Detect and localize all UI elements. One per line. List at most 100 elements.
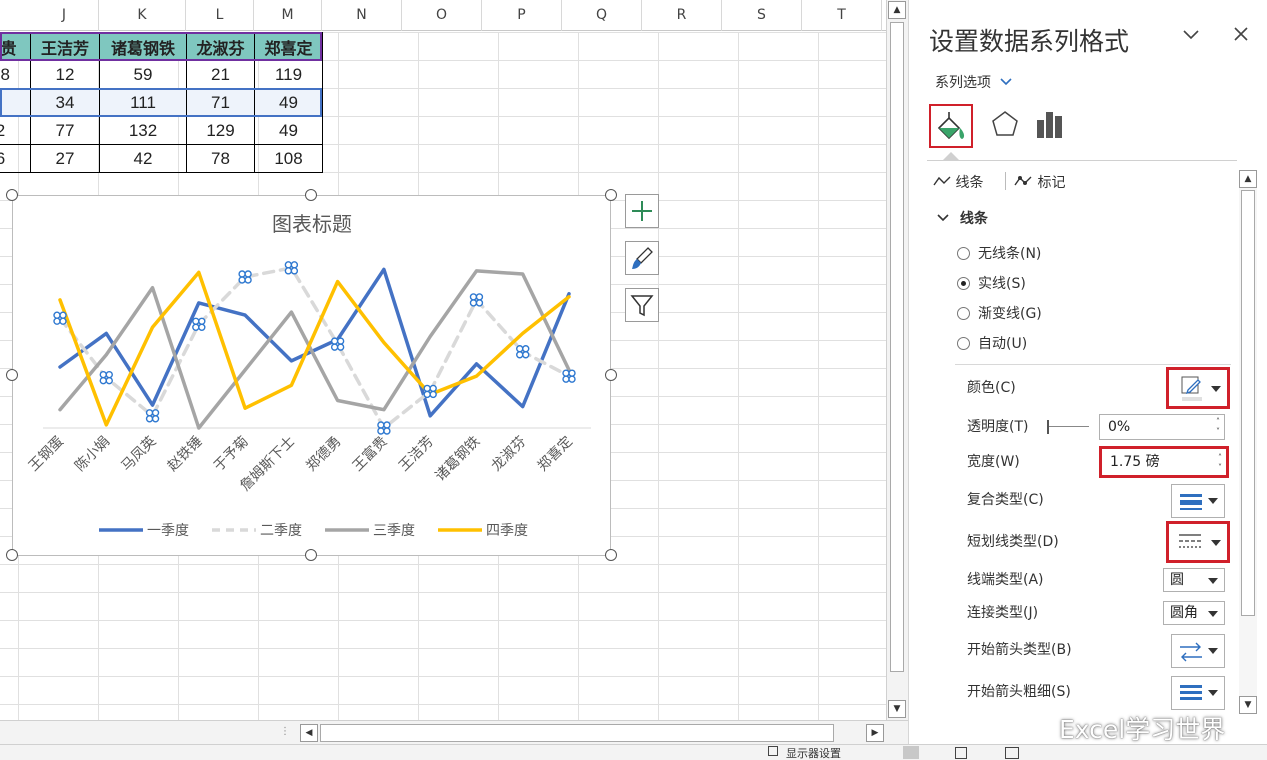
table-cell[interactable]: 71	[186, 88, 255, 117]
scroll-up-icon[interactable]: ▲	[888, 1, 906, 19]
chart-resize-handle[interactable]	[605, 549, 617, 561]
display-settings-label[interactable]: 显示器设置	[786, 745, 841, 760]
column-header-p[interactable]: P	[482, 0, 562, 31]
subtab-marker[interactable]: 标记	[1013, 172, 1065, 192]
radio-solid-line[interactable]: 实线(S)	[957, 274, 1026, 294]
table-cell[interactable]: 111	[99, 88, 187, 117]
column-header-t[interactable]: T	[802, 0, 882, 31]
begin-arrow-size-dropdown[interactable]	[1171, 676, 1225, 710]
table-header-cell[interactable]: 富贵	[0, 32, 31, 61]
worksheet-area[interactable]: J K L M N O P Q R S T 富贵 王洁芳 诸葛钢铁 龙淑芬 郑喜…	[0, 0, 908, 720]
begin-arrow-type-dropdown[interactable]	[1171, 634, 1225, 668]
table-cell[interactable]: 6	[0, 144, 31, 173]
table-cell[interactable]: 132	[99, 116, 187, 145]
series-options-dropdown[interactable]: 系列选项	[935, 72, 1013, 92]
scroll-right-icon[interactable]: ▶	[866, 724, 884, 742]
chart-styles-button[interactable]	[625, 241, 659, 275]
chart-resize-handle[interactable]	[6, 189, 18, 201]
transparency-slider-handle[interactable]	[1047, 420, 1049, 434]
table-cell[interactable]: 129	[186, 116, 255, 145]
pane-options-chevron-icon[interactable]	[1181, 24, 1201, 49]
table-cell[interactable]: 27	[30, 144, 100, 173]
scroll-up-icon[interactable]: ▲	[1239, 170, 1257, 188]
line-chart[interactable]: 图表标题 王钢蛋 陈小娟 马凤英 赵铁锤 于予菊 詹姆斯下士 郑德勇 王富贵 王洁芳 诸葛钢铁 龙淑芬…	[12, 195, 611, 556]
table-cell[interactable]: 49	[254, 116, 323, 145]
cap-type-dropdown[interactable]: 圆	[1163, 568, 1225, 592]
chart-resize-handle[interactable]	[305, 549, 317, 561]
dash-type-dropdown[interactable]	[1166, 521, 1230, 563]
column-header-l[interactable]: L	[186, 0, 254, 31]
column-header-q[interactable]: Q	[562, 0, 642, 31]
pane-scrollbar[interactable]: ▲ ▼	[1239, 170, 1257, 714]
chart-filters-button[interactable]	[625, 288, 659, 322]
display-settings-icon[interactable]	[768, 746, 778, 756]
spinner-icon[interactable]: ˄ ˅	[1218, 453, 1222, 473]
radio-circle[interactable]	[957, 247, 970, 260]
table-cell[interactable]: 34	[30, 88, 100, 117]
table-cell[interactable]: 77	[30, 116, 100, 145]
chart-elements-button[interactable]	[625, 194, 659, 228]
data-table[interactable]: 富贵 王洁芳 诸葛钢铁 龙淑芬 郑喜定 38 12 59 21 119 34 1…	[0, 32, 323, 173]
radio-no-line[interactable]: 无线条(N)	[957, 244, 1041, 264]
chart-resize-handle[interactable]	[605, 369, 617, 381]
table-cell[interactable]: 49	[254, 88, 323, 117]
x-tick-label: 龙淑芬	[489, 434, 530, 475]
column-header-o[interactable]: O	[402, 0, 482, 31]
join-type-dropdown[interactable]: 圆角	[1163, 601, 1225, 625]
column-header-n[interactable]: N	[322, 0, 402, 31]
column-header-s[interactable]: S	[722, 0, 802, 31]
page-break-icon[interactable]	[1005, 747, 1019, 759]
radio-circle-checked[interactable]	[957, 277, 970, 290]
horizontal-scroll-thumb[interactable]	[320, 724, 834, 742]
chart-resize-handle[interactable]	[305, 189, 317, 201]
chart-resize-handle[interactable]	[6, 369, 18, 381]
split-handle-icon[interactable]: ⋮	[280, 726, 290, 737]
fill-line-tab[interactable]	[929, 104, 973, 148]
transparency-input[interactable]: 0% ˄ ˅	[1099, 414, 1225, 440]
scroll-left-icon[interactable]: ◀	[300, 724, 318, 742]
chart-resize-handle[interactable]	[605, 189, 617, 201]
selected-point-handle	[383, 421, 391, 429]
spinner-icon[interactable]: ˄ ˅	[1216, 417, 1220, 437]
scroll-down-icon[interactable]: ▼	[888, 700, 906, 718]
compound-type-dropdown[interactable]	[1171, 484, 1225, 518]
table-header-cell[interactable]: 诸葛钢铁	[99, 32, 187, 61]
scroll-down-icon[interactable]: ▼	[1239, 696, 1257, 714]
vertical-scrollbar[interactable]: ▲ ▼	[886, 0, 908, 720]
radio-circle[interactable]	[957, 337, 970, 350]
line-color-dropdown[interactable]	[1166, 367, 1230, 409]
line-section-header[interactable]: 线条	[937, 208, 988, 228]
table-cell[interactable]: 21	[186, 60, 255, 89]
table-cell[interactable]	[0, 88, 31, 117]
effects-tab[interactable]	[985, 104, 1029, 148]
subtab-line[interactable]: 线条	[933, 172, 983, 192]
table-cell[interactable]: 12	[30, 60, 100, 89]
radio-circle[interactable]	[957, 307, 970, 320]
column-header-j[interactable]: J	[30, 0, 99, 31]
close-icon[interactable]	[1231, 24, 1251, 49]
table-header-cell[interactable]: 郑喜定	[254, 32, 323, 61]
transparency-slider-track[interactable]	[1049, 426, 1089, 427]
table-cell[interactable]: 78	[186, 144, 255, 173]
column-header-m[interactable]: M	[254, 0, 322, 31]
column-header-r[interactable]: R	[642, 0, 722, 31]
table-cell[interactable]: 42	[99, 144, 187, 173]
radio-automatic[interactable]: 自动(U)	[957, 334, 1027, 354]
table-cell[interactable]: 119	[254, 60, 323, 89]
width-input[interactable]: 1.75 磅 ˄ ˅	[1099, 446, 1229, 478]
chart-resize-handle[interactable]	[6, 549, 18, 561]
table-header-cell[interactable]: 王洁芳	[30, 32, 100, 61]
page-layout-icon[interactable]	[955, 747, 967, 759]
column-header-k[interactable]: K	[99, 0, 186, 31]
selected-point-handle	[145, 409, 154, 417]
table-cell[interactable]: 2	[0, 116, 31, 145]
table-header-cell[interactable]: 龙淑芬	[186, 32, 255, 61]
table-cell[interactable]: 38	[0, 60, 31, 89]
pane-scroll-thumb[interactable]	[1241, 190, 1255, 616]
table-cell[interactable]: 108	[254, 144, 323, 173]
vertical-scroll-thumb[interactable]	[890, 22, 904, 672]
series-options-tab[interactable]	[1031, 104, 1075, 148]
radio-gradient-line[interactable]: 渐变线(G)	[957, 304, 1042, 324]
table-cell[interactable]: 59	[99, 60, 187, 89]
normal-view-icon[interactable]	[903, 746, 919, 759]
